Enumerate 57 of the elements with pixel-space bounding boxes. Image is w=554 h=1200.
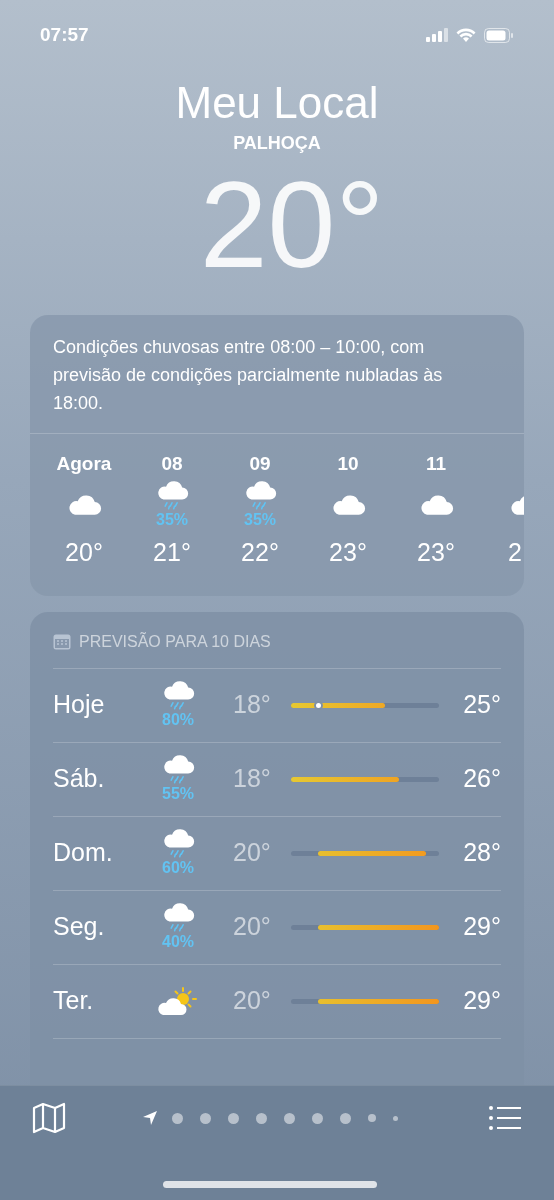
hour-temperature: 21°: [153, 537, 191, 568]
high-temperature: 26°: [462, 763, 501, 795]
map-button[interactable]: [32, 1102, 66, 1134]
forecast-summary: Condições chuvosas entre 08:00 – 10:00, com previsão de condições parcialmente nubladas às 18:00.: [30, 315, 524, 434]
low-temperature: 20°: [233, 837, 272, 869]
rain-cloud-icon: [161, 755, 195, 785]
section-title: PREVISÃO PARA 10 DIAS: [79, 631, 271, 652]
hour-temperature: 2: [508, 537, 522, 568]
rain-chance: 35%: [244, 511, 276, 529]
rain-chance: 35%: [156, 511, 188, 529]
rain-cloud-icon: [161, 681, 195, 711]
status-time: 07:57: [40, 22, 89, 47]
hour-label: 09: [249, 452, 271, 476]
rain-chance: 80%: [162, 711, 194, 729]
high-temperature: 29°: [462, 911, 501, 943]
rain-cloud-icon: [161, 903, 195, 933]
rain-cloud-icon: [155, 481, 189, 511]
day-label: Ter.: [53, 985, 95, 1017]
rain-cloud-icon: [161, 829, 195, 859]
cloud-icon: [66, 494, 102, 516]
day-label: Dom.: [53, 837, 114, 869]
rain-chance: 55%: [162, 785, 194, 803]
list-button[interactable]: [488, 1105, 522, 1131]
rain-cloud-icon: [243, 481, 277, 511]
hour-temperature: 20°: [65, 537, 103, 568]
hour-label: 10: [337, 452, 359, 476]
cloud-icon: [418, 494, 454, 516]
rain-chance: 40%: [162, 933, 194, 951]
low-temperature: 18°: [233, 763, 272, 795]
low-temperature: 20°: [233, 911, 272, 943]
map-icon: [32, 1102, 66, 1134]
hour-temperature: 22°: [241, 537, 279, 568]
sun-cloud-icon: [157, 986, 199, 1016]
hour-label: Agora: [56, 452, 112, 476]
location-title: Meu Local: [175, 78, 379, 128]
list-icon: [488, 1105, 522, 1131]
location-arrow-icon: [141, 1110, 158, 1126]
hour-label: 11: [425, 452, 447, 476]
rain-chance: 60%: [162, 859, 194, 877]
calendar-icon: [53, 633, 71, 650]
hour-label: 08: [161, 452, 183, 476]
low-temperature: 20°: [233, 985, 272, 1017]
day-label: Seg.: [53, 911, 106, 943]
city-name: PALHOÇA: [233, 132, 321, 155]
cloud-icon: [330, 494, 366, 516]
day-label: Hoje: [53, 689, 106, 721]
high-temperature: 28°: [462, 837, 501, 869]
current-temperature: 20°: [199, 157, 385, 293]
hour-temperature: 23°: [329, 537, 367, 568]
high-temperature: 29°: [462, 985, 501, 1017]
high-temperature: 25°: [462, 689, 501, 721]
wifi-icon: [456, 27, 476, 43]
day-label: Sáb.: [53, 763, 106, 795]
battery-icon: [484, 27, 514, 43]
low-temperature: 18°: [233, 689, 272, 721]
signal-icon: [426, 28, 448, 42]
hour-temperature: 23°: [417, 537, 455, 568]
